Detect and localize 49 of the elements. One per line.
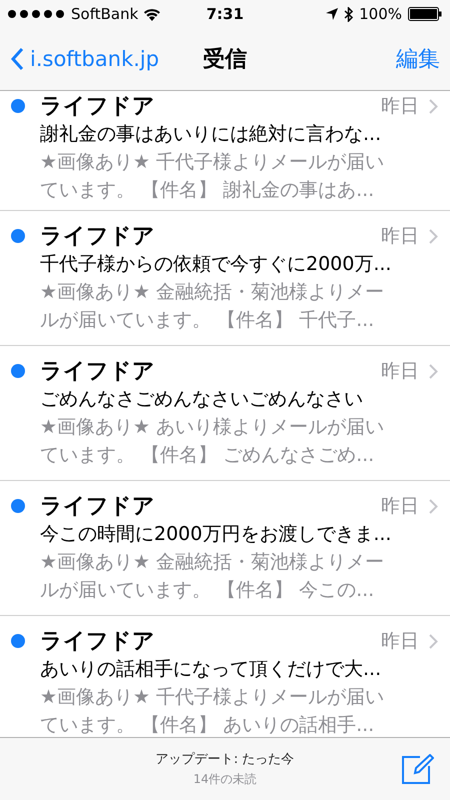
location-arrow-icon (326, 8, 338, 20)
edit-button[interactable]: 編集 (247, 44, 440, 74)
battery-percent: 100% (359, 5, 402, 23)
message-preview: ルが届いています。 【件名】 千代子... (40, 308, 376, 333)
chevron-icon (429, 634, 438, 648)
message-date: 昨日 (381, 494, 419, 519)
wifi-icon (143, 8, 162, 20)
message-preview: ています。 【件名】 謝礼金の事はあ... (40, 178, 376, 203)
message-date: 昨日 (381, 359, 419, 384)
compose-icon[interactable] (402, 754, 434, 784)
message-row[interactable]: ライフドア 昨日 今この時間に2000万円をお渡しできま... ★画像あり★ 金融統括・菊池様よりメー ルが届いています。 【件名】 今この... (0, 481, 450, 616)
message-sender: ライフドア (40, 223, 156, 251)
message-sender: ライフドア (40, 93, 156, 121)
message-subject: 謝礼金の事はあいりには絶対に言わな... (40, 122, 382, 147)
message-preview: ★画像あり★ 千代子様よりメールが届い (40, 150, 386, 175)
back-button[interactable]: i.softbank.jp (10, 47, 203, 71)
message-sender: ライフドア (40, 358, 156, 386)
message-sender: ライフドア (40, 628, 156, 656)
chevron-icon (429, 498, 438, 514)
signal-icon (8, 10, 66, 18)
message-preview: ★画像あり★ 金融統括・菊池様よりメー (40, 550, 386, 575)
message-date: 昨日 (381, 629, 419, 654)
chevron-icon (429, 98, 438, 114)
message-preview: ています。 【件名】 あいりの話相手... (40, 713, 376, 737)
message-subject: 今この時間に2000万円をお渡しできま... (40, 522, 392, 547)
message-sender: ライフドア (40, 493, 156, 521)
message-subject: あいりの話相手になって頂くだけで大... (40, 657, 382, 682)
chevron-icon (429, 364, 438, 378)
message-preview: ★画像あり★ 金融統括・菊池様よりメー (40, 280, 386, 305)
back-chevron-icon[interactable] (10, 47, 24, 71)
message-row[interactable]: ライフドア 昨日 ごめんなさごめんなさいごめんなさい ★画像あり★ あいり様よりメールが届い ています。 【件名】 ごめんなさごめ... (0, 346, 450, 481)
message-subject: 千代子様からの依頼で今すぐに2000万... (40, 252, 392, 277)
update-status: アップデート: たった今 (156, 751, 294, 768)
chevron-icon (429, 228, 438, 244)
status-time: 7:31 (206, 5, 244, 23)
message-preview: ★画像あり★ 千代子様よりメールが届い (40, 685, 386, 710)
unread-count: 14件の未読 (193, 771, 257, 788)
message-subject: ごめんなさごめんなさいごめんなさい (40, 387, 364, 412)
message-date: 昨日 (381, 94, 419, 119)
message-preview: ルが届いています。 【件名】 今この... (40, 578, 376, 603)
battery-icon (408, 7, 442, 21)
message-preview: ています。 【件名】 ごめんなさごめ... (40, 443, 376, 468)
nav-title: 受信 (203, 46, 247, 74)
bluetooth-icon (344, 6, 354, 22)
message-preview: ★画像あり★ あいり様よりメールが届い (40, 415, 386, 440)
message-row[interactable]: ライフドア 昨日 謝礼金の事はあいりには絶対に言わな... ★画像あり★ 千代子様よりメールが届い ています。 【件名】 謝礼金の事はあ... (0, 91, 450, 211)
message-row[interactable]: ライフドア 昨日 千代子様からの依頼で今すぐに2000万... ★画像あり★ 金融統括・菊池様よりメー ルが届いています。 【件名】 千代子... (0, 211, 450, 346)
message-date: 昨日 (381, 224, 419, 249)
carrier-name: SoftBank (71, 5, 138, 23)
